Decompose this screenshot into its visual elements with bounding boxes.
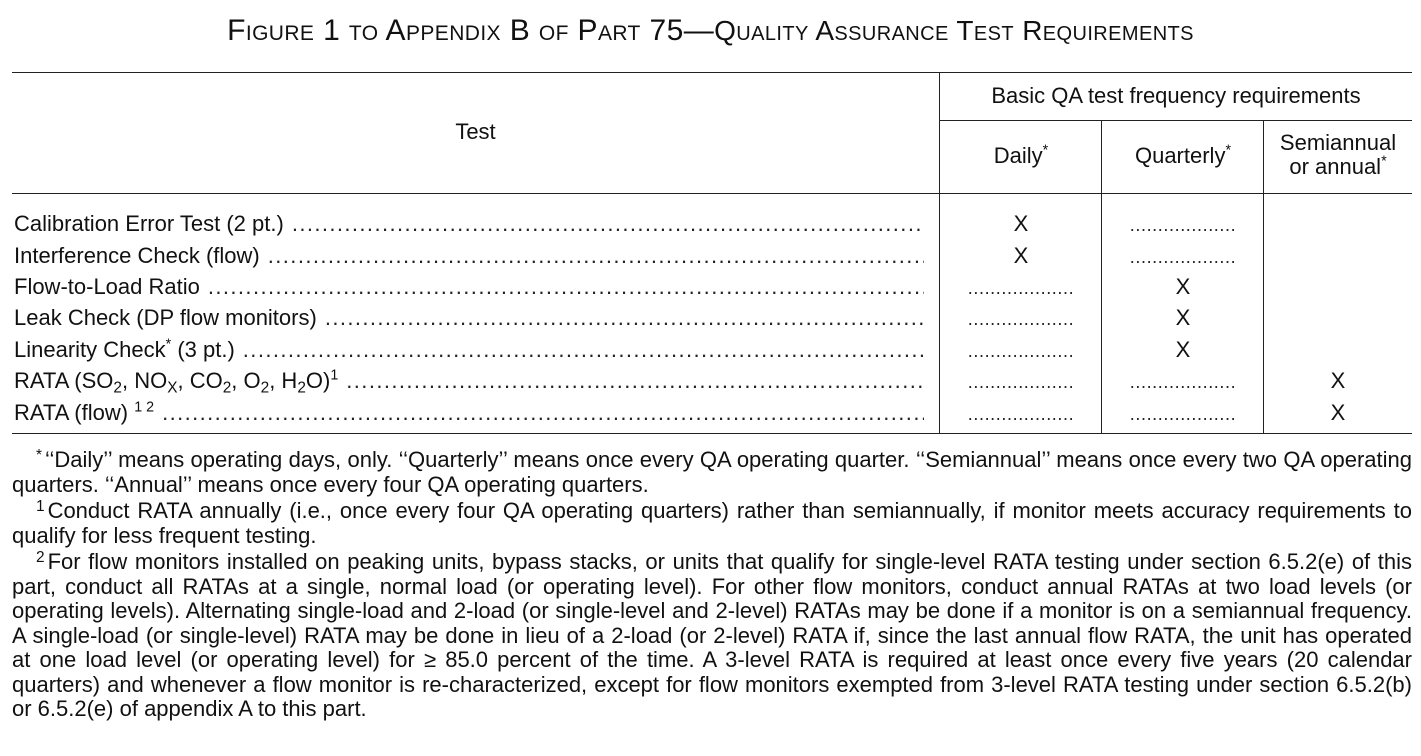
row-label: Interference Check (flow) bbox=[14, 243, 260, 268]
cell-quarterly: ................... bbox=[1129, 404, 1237, 424]
figure-title: Figure 1 to Appendix B of Part 75—Qualit… bbox=[0, 14, 1421, 48]
header-group: Basic QA test frequency requirements bbox=[991, 83, 1361, 108]
header-semiannual: Semiannual or annual* bbox=[1264, 131, 1412, 179]
header-quarterly-star: * bbox=[1225, 142, 1232, 159]
header-semiannual-star: * bbox=[1381, 153, 1387, 170]
header-test: Test bbox=[455, 119, 496, 144]
row-label: Leak Check (DP flow monitors) bbox=[14, 305, 317, 330]
qa-requirements-table: Test Basic QA test frequency requirement… bbox=[12, 72, 1412, 434]
header-daily-star: * bbox=[1042, 142, 1049, 159]
header-semiannual-line2: or annual bbox=[1289, 154, 1382, 179]
footnote-star: * ‘‘Daily’’ means operating days, only. ‘… bbox=[12, 447, 1412, 497]
cell-daily: ................... bbox=[967, 404, 1075, 424]
header-daily-label: Daily bbox=[993, 143, 1043, 168]
table-row: Flow-to-Load Ratio......................… bbox=[12, 272, 1412, 302]
footnotes: * ‘‘Daily’’ means operating days, only. ‘… bbox=[12, 447, 1412, 724]
cell-daily: ................... bbox=[967, 341, 1075, 361]
table-row: RATA (SO2, NOX, CO2, O2, H2O)1..........… bbox=[12, 366, 1412, 396]
cell-quarterly: ................... bbox=[1129, 215, 1237, 235]
row-label: Calibration Error Test (2 pt.) bbox=[14, 211, 284, 236]
cell-quarterly: X bbox=[1175, 274, 1191, 299]
cell-daily: X bbox=[1013, 211, 1029, 236]
table-row: RATA (flow) 1 2.........................… bbox=[12, 398, 1412, 428]
row-label: RATA (flow) 1 2 bbox=[14, 399, 155, 425]
table-bottom-rule bbox=[12, 433, 1412, 434]
cell-daily: ................... bbox=[967, 372, 1075, 392]
figure-title-text: Quality Assurance Test Requirements bbox=[714, 15, 1194, 46]
header-bottom-rule bbox=[12, 193, 1412, 194]
cell-quarterly: X bbox=[1175, 337, 1191, 362]
cell-quarterly: ................... bbox=[1129, 372, 1237, 392]
row-label: RATA (SO2, NOX, CO2, O2, H2O)1 bbox=[14, 367, 339, 396]
cell-daily: ................... bbox=[967, 278, 1075, 298]
header-quarterly: Quarterly* bbox=[1102, 142, 1264, 168]
cell-daily: ................... bbox=[967, 309, 1075, 329]
cell-daily: X bbox=[1013, 243, 1029, 268]
group-header-rule bbox=[940, 120, 1412, 121]
cell-quarterly: ................... bbox=[1129, 247, 1237, 267]
cell-semiannual: X bbox=[1330, 400, 1346, 425]
header-semiannual-line1: Semiannual bbox=[1279, 130, 1397, 155]
footnote-1: 1 Conduct RATA annually (i.e., once every… bbox=[12, 498, 1412, 548]
figure-label: Figure 1 to Appendix B of Part 75 bbox=[227, 14, 684, 47]
table-row: Interference Check (flow)...............… bbox=[12, 241, 1412, 271]
cell-quarterly: X bbox=[1175, 305, 1191, 330]
table-row: Leak Check (DP flow monitors)...........… bbox=[12, 303, 1412, 333]
row-label: Flow-to-Load Ratio bbox=[14, 274, 200, 299]
row-label: Linearity Check* (3 pt.) bbox=[14, 336, 235, 362]
header-daily: Daily* bbox=[940, 142, 1102, 168]
table-top-rule bbox=[12, 72, 1412, 73]
title-dash: — bbox=[683, 14, 715, 47]
table-row: Calibration Error Test (2 pt.)..........… bbox=[12, 209, 1412, 239]
footnote-2: 2 For flow monitors installed on peaking … bbox=[12, 549, 1412, 721]
table-row: Linearity Check* (3 pt.)................… bbox=[12, 335, 1412, 365]
cell-semiannual: X bbox=[1330, 368, 1346, 393]
header-quarterly-label: Quarterly bbox=[1134, 143, 1226, 168]
